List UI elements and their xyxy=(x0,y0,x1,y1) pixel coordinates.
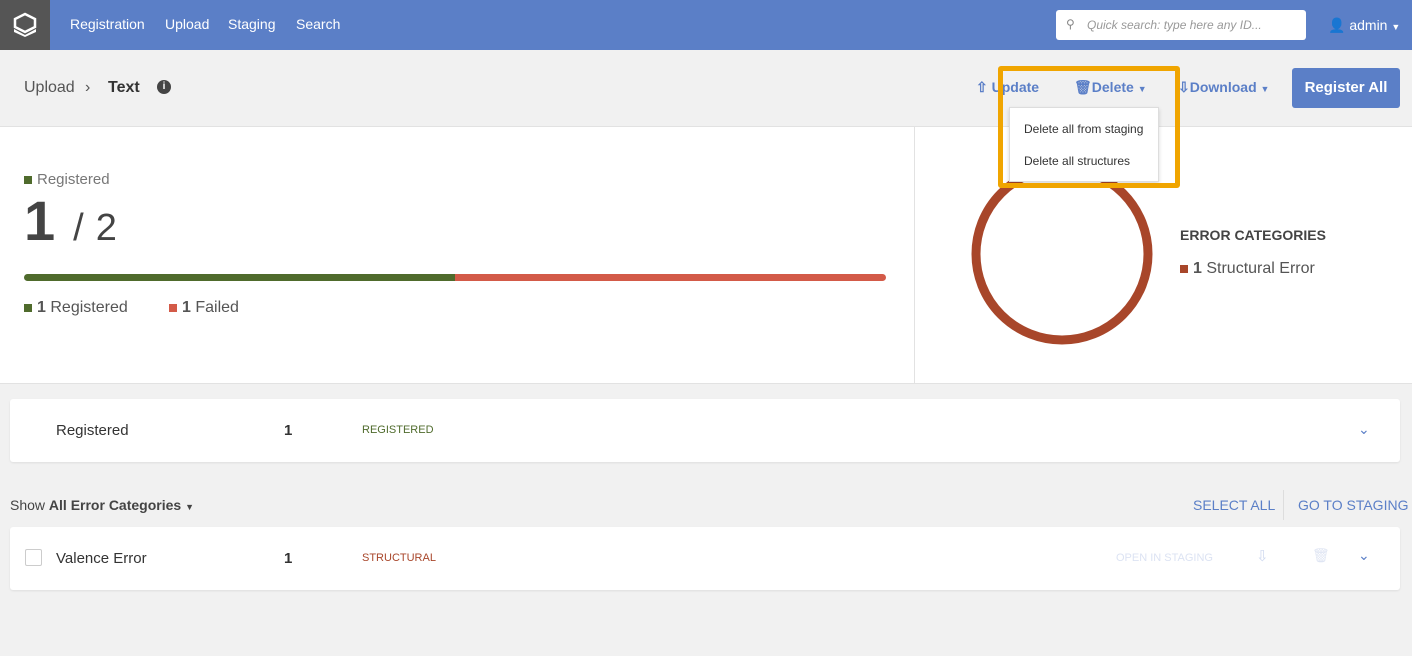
category-filter[interactable]: Show All Error Categories ▼ xyxy=(10,497,194,513)
quick-search-input[interactable]: ⚲ Quick search: type here any ID... xyxy=(1056,10,1306,40)
open-in-staging-button[interactable]: OPEN IN STAGING xyxy=(1116,552,1213,564)
info-icon[interactable]: i xyxy=(157,80,171,94)
divider xyxy=(1283,490,1284,520)
user-name: admin xyxy=(1349,17,1388,33)
select-all-link[interactable]: SELECT ALL xyxy=(1193,497,1275,513)
breadcrumb-upload[interactable]: Upload xyxy=(24,79,75,97)
user-icon: 👤 xyxy=(1328,17,1346,33)
row-name: Valence Error xyxy=(56,550,147,567)
row-category: STRUCTURAL xyxy=(362,552,436,564)
caret-down-icon: ▼ xyxy=(185,502,194,512)
go-to-staging-link[interactable]: GO TO STAGING xyxy=(1298,497,1408,513)
divider xyxy=(914,126,915,384)
summary-panel xyxy=(0,126,1412,384)
legend-registered: 1 Registered xyxy=(24,299,128,317)
upload-icon: ⇧ xyxy=(976,79,988,95)
row-status: REGISTERED xyxy=(362,424,434,436)
row-checkbox[interactable] xyxy=(25,549,42,566)
caret-down-icon: ▼ xyxy=(1391,22,1401,32)
error-donut-chart xyxy=(971,163,1153,345)
user-menu[interactable]: 👤 admin ▼ xyxy=(1328,17,1400,34)
donut-slice-structural xyxy=(971,163,1153,345)
caret-down-icon: ▼ xyxy=(1260,84,1270,94)
row-count: 1 xyxy=(284,550,293,567)
summary-count: 1/2 xyxy=(24,189,117,252)
download-button[interactable]: ⇩Download ▼ xyxy=(1178,79,1269,96)
row-count: 1 xyxy=(284,422,293,439)
register-all-button[interactable]: Register All xyxy=(1292,68,1400,108)
nav-search[interactable]: Search xyxy=(296,16,340,32)
nav-staging[interactable]: Staging xyxy=(228,16,275,32)
chevron-down-icon[interactable]: ⌄ xyxy=(1358,547,1370,564)
highlight-box xyxy=(998,66,1180,188)
registered-row[interactable]: Registered 1 REGISTERED ⌄ xyxy=(10,399,1400,462)
error-legend-structural: 1 Structural Error xyxy=(1180,260,1315,278)
error-categories-title: ERROR CATEGORIES xyxy=(1180,227,1326,243)
legend-failed: 1 Failed xyxy=(169,299,239,317)
app-logo[interactable] xyxy=(0,0,50,50)
registration-progress-bar xyxy=(24,274,886,281)
nav-registration[interactable]: Registration xyxy=(70,16,145,32)
nav-upload[interactable]: Upload xyxy=(165,16,209,32)
summary-label: Registered xyxy=(24,171,110,188)
logo-icon xyxy=(13,12,37,37)
error-row[interactable]: Valence Error 1 STRUCTURAL OPEN IN STAGI… xyxy=(10,527,1400,590)
trash-icon[interactable]: 🗑 xyxy=(1312,547,1330,564)
row-name: Registered xyxy=(56,422,129,439)
download-icon[interactable]: ⇩ xyxy=(1256,547,1269,565)
progress-registered xyxy=(24,274,455,281)
breadcrumb-current: Text xyxy=(108,79,140,96)
progress-failed xyxy=(455,274,886,281)
breadcrumb-separator-icon: › xyxy=(85,79,91,96)
search-placeholder: Quick search: type here any ID... xyxy=(1087,18,1262,32)
search-icon: ⚲ xyxy=(1066,17,1075,31)
chevron-down-icon[interactable]: ⌄ xyxy=(1358,421,1370,438)
